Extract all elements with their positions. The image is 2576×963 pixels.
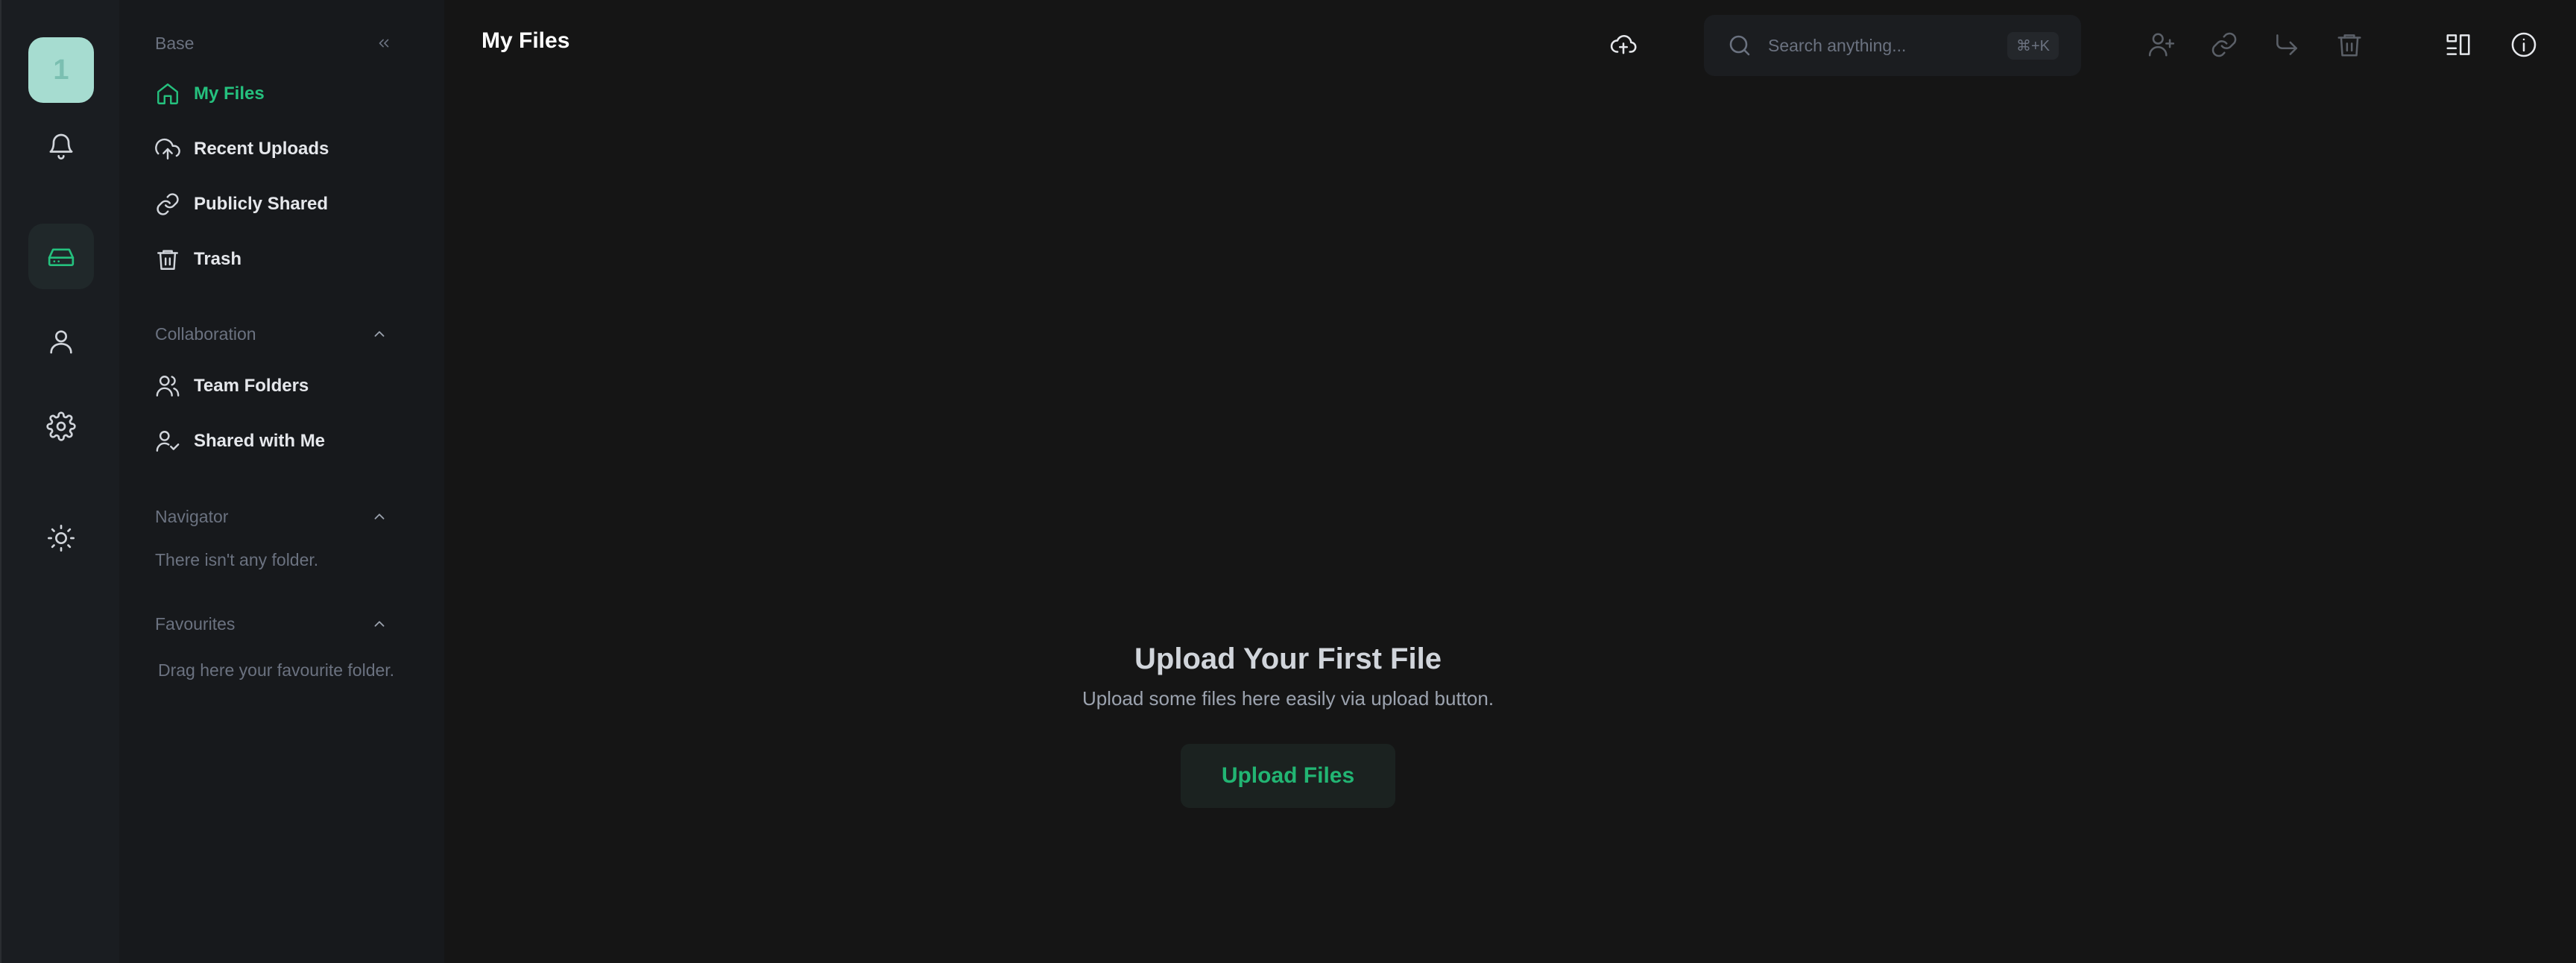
settings-button[interactable] [28,394,94,459]
search-icon [1729,35,1750,56]
view-toggle-button[interactable] [2440,27,2476,63]
empty-state-subtitle: Upload some files here easily via upload… [1082,687,1494,710]
cloud-upload-icon [154,135,182,163]
user-check-icon [154,427,182,455]
section-base-title: Base [155,33,195,53]
section-collaboration-title: Collaboration [155,323,256,344]
upload-button[interactable] [1606,27,1641,63]
link-icon [2212,32,2237,57]
share-with-user-button[interactable] [2144,27,2179,63]
share-link-button[interactable] [2206,27,2242,63]
nav-item-my-files[interactable]: My Files [154,73,422,115]
page-title: My Files [482,28,570,53]
move-button[interactable] [2269,27,2305,63]
navigator-empty-text: There isn't any folder. [155,550,319,569]
trash-icon [154,245,182,274]
trash-icon [2337,34,2361,57]
app-window: 1 Base My Files Recent Uploads Publicly … [0,0,2576,963]
notifications-button[interactable] [28,113,94,179]
chevron-up-icon [374,331,385,337]
collapse-sidebar-icon[interactable] [376,35,392,51]
icon-rail: 1 [0,0,119,963]
search-placeholder: Search anything... [1768,35,1907,55]
chevron-up-icon [374,514,385,520]
section-collaboration[interactable]: Collaboration [155,319,388,349]
profile-button[interactable] [28,309,94,374]
section-favourites-title: Favourites [155,613,236,634]
nav-item-publicly-shared[interactable]: Publicly Shared [154,183,422,225]
nav-item-recent-uploads[interactable]: Recent Uploads [154,128,422,170]
user-icon [50,330,72,354]
nav-item-label: Recent Uploads [194,139,329,159]
search-bar[interactable]: Search anything... ⌘+K [1704,15,2081,76]
bell-icon [49,133,73,160]
section-base: Base [155,28,389,58]
nav-item-label: My Files [194,83,265,104]
delete-button[interactable] [2332,27,2367,63]
users-icon [154,372,182,400]
hard-drive-icon [48,248,75,266]
nav-item-label: Publicly Shared [194,194,329,214]
link-icon [154,190,182,218]
workspace-avatar[interactable]: 1 [28,37,94,103]
info-button[interactable] [2506,27,2542,63]
nav-item-label: Shared with Me [194,431,326,451]
home-icon [154,80,182,108]
layout-list-icon [2446,34,2470,55]
upload-files-button[interactable]: Upload Files [1181,744,1395,808]
section-navigator-title: Navigator [155,506,229,526]
nav-item-label: Trash [194,249,242,269]
favourites-drop-zone[interactable]: Drag here your favourite folder. [158,660,394,681]
search-shortcut-badge: ⌘+K [2007,31,2059,60]
files-button[interactable] [28,224,94,289]
nav-item-shared-with-me[interactable]: Shared with Me [154,420,422,462]
gear-icon [46,411,76,441]
section-navigator[interactable]: Navigator [155,502,388,531]
info-icon [2511,32,2536,57]
nav-item-trash[interactable]: Trash [154,239,422,280]
nav-item-team-folders[interactable]: Team Folders [154,365,422,407]
empty-state-title: Upload Your First File [1134,642,1442,675]
navigation-panel: Base My Files Recent Uploads Publicly Sh… [119,0,444,963]
theme-toggle-button[interactable] [28,505,94,571]
user-plus-icon [2148,33,2175,57]
nav-item-label: Team Folders [194,376,309,396]
chevron-up-icon [374,621,385,627]
corner-down-right-icon [2276,34,2297,55]
cloud-upload-icon [1610,35,1637,54]
sun-icon [47,525,75,552]
section-favourites[interactable]: Favourites [155,609,388,639]
